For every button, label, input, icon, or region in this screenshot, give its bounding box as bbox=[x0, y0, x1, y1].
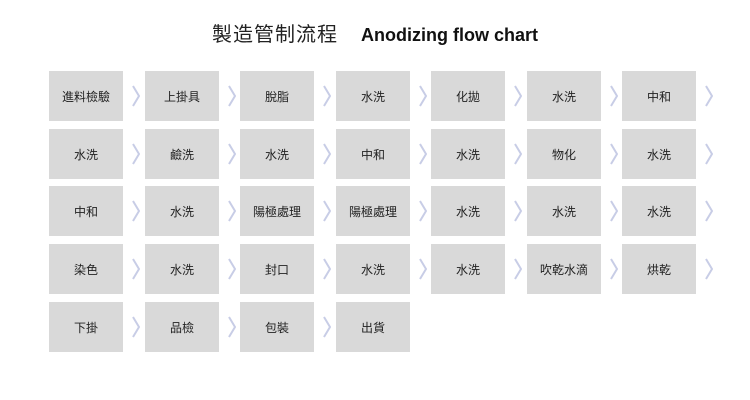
flow-step: 進料檢驗 bbox=[49, 71, 123, 121]
flow-step: 水洗 bbox=[240, 129, 314, 179]
flow-step: 化拋 bbox=[431, 71, 505, 121]
chevron-right-icon bbox=[514, 258, 522, 280]
chevron-right-icon bbox=[228, 200, 236, 222]
chevron-right-icon bbox=[323, 200, 331, 222]
chevron-right-icon bbox=[323, 143, 331, 165]
chevron-right-icon bbox=[610, 143, 618, 165]
flow-step: 烘乾 bbox=[622, 244, 696, 294]
chevron-right-icon bbox=[514, 200, 522, 222]
chevron-right-icon bbox=[228, 258, 236, 280]
chevron-right-icon bbox=[132, 143, 140, 165]
chevron-right-icon bbox=[419, 200, 427, 222]
chevron-right-icon bbox=[228, 143, 236, 165]
flow-step: 上掛具 bbox=[145, 71, 219, 121]
chevron-right-icon bbox=[705, 258, 713, 280]
flow-step: 水洗 bbox=[145, 244, 219, 294]
chevron-right-icon bbox=[419, 143, 427, 165]
flow-step: 中和 bbox=[622, 71, 696, 121]
chevron-right-icon bbox=[228, 85, 236, 107]
flow-step: 陽極處理 bbox=[240, 186, 314, 236]
flow-step: 陽極處理 bbox=[336, 186, 410, 236]
flow-step: 水洗 bbox=[431, 244, 505, 294]
chevron-right-icon bbox=[610, 258, 618, 280]
chevron-right-icon bbox=[132, 258, 140, 280]
flow-step: 水洗 bbox=[431, 129, 505, 179]
flow-step: 封口 bbox=[240, 244, 314, 294]
chevron-right-icon bbox=[514, 143, 522, 165]
flow-step: 下掛 bbox=[49, 302, 123, 352]
flow-step: 中和 bbox=[336, 129, 410, 179]
flow-step: 出貨 bbox=[336, 302, 410, 352]
flow-step: 水洗 bbox=[336, 244, 410, 294]
flow-step: 包裝 bbox=[240, 302, 314, 352]
chevron-right-icon bbox=[705, 85, 713, 107]
flow-step: 水洗 bbox=[527, 186, 601, 236]
chevron-right-icon bbox=[323, 258, 331, 280]
chevron-right-icon bbox=[419, 258, 427, 280]
chevron-right-icon bbox=[323, 316, 331, 338]
flow-step: 水洗 bbox=[145, 186, 219, 236]
chevron-right-icon bbox=[228, 316, 236, 338]
chevron-right-icon bbox=[132, 200, 140, 222]
flow-step: 水洗 bbox=[622, 129, 696, 179]
chevron-right-icon bbox=[419, 85, 427, 107]
flow-step: 水洗 bbox=[527, 71, 601, 121]
chevron-right-icon bbox=[610, 200, 618, 222]
flow-step: 物化 bbox=[527, 129, 601, 179]
flow-step: 吹乾水滴 bbox=[527, 244, 601, 294]
flow-step: 水洗 bbox=[336, 71, 410, 121]
flow-step: 染色 bbox=[49, 244, 123, 294]
flow-step: 水洗 bbox=[49, 129, 123, 179]
flow-step: 中和 bbox=[49, 186, 123, 236]
flow-step: 脫脂 bbox=[240, 71, 314, 121]
chevron-right-icon bbox=[610, 85, 618, 107]
flow-step: 品檢 bbox=[145, 302, 219, 352]
chevron-right-icon bbox=[132, 85, 140, 107]
chevron-right-icon bbox=[132, 316, 140, 338]
flow-step: 鹼洗 bbox=[145, 129, 219, 179]
chevron-right-icon bbox=[323, 85, 331, 107]
flow-step: 水洗 bbox=[431, 186, 505, 236]
chevron-right-icon bbox=[705, 200, 713, 222]
chevron-right-icon bbox=[705, 143, 713, 165]
flow-step: 水洗 bbox=[622, 186, 696, 236]
chevron-right-icon bbox=[514, 85, 522, 107]
flow-grid: 進料檢驗 上掛具 脫脂 水洗 化拋 水洗 中和 水洗 鹼洗 水洗 中和 水洗 物化 水洗 中和 水洗 陽極處理陽… bbox=[0, 0, 750, 400]
